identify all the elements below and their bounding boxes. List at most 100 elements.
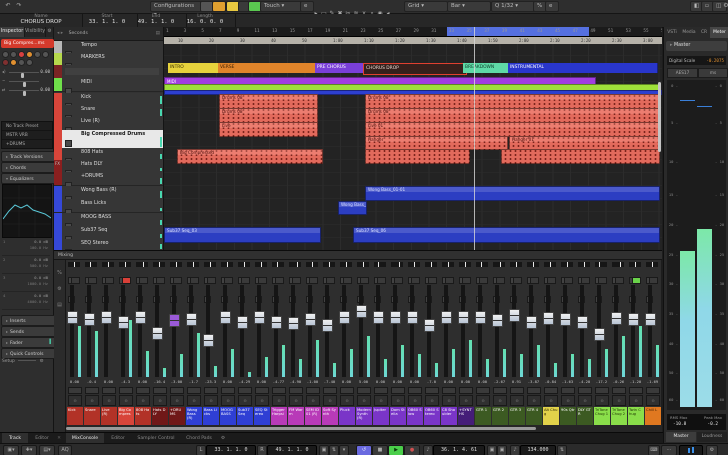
mixer-channel[interactable]: -16.4 ⊖ Hats DLY (151, 260, 169, 425)
channel-level-value[interactable]: -4.3 (117, 379, 134, 384)
channel-routing-button[interactable]: ⊖ (136, 395, 150, 406)
channel-routing-button[interactable]: ⊖ (646, 395, 660, 406)
track-name[interactable]: Tempo (81, 42, 153, 48)
automation-read-write[interactable] (544, 387, 558, 394)
automation-read-write[interactable] (374, 387, 388, 394)
setup-slider[interactable] (18, 360, 37, 361)
track-name[interactable]: MARKERS (81, 54, 153, 60)
channel-level-value[interactable]: 0.00 (253, 379, 270, 384)
channel-name-label[interactable]: FM Warm (288, 407, 304, 425)
channel-routing-button[interactable]: ⊖ (306, 395, 320, 406)
edit-channel-button[interactable] (34, 51, 41, 58)
mixer-channel[interactable]: -4.3 ⊖ Big Compres (117, 260, 135, 425)
play-button[interactable]: ▶ (388, 445, 404, 455)
channel-fader[interactable] (186, 313, 197, 326)
channel-routing-button[interactable]: ⊖ (68, 395, 82, 406)
channel-edit-button[interactable] (360, 277, 369, 284)
channel-fader[interactable] (84, 313, 95, 326)
marker-section[interactable]: CHORUS DROP (363, 63, 467, 75)
automation-read-write[interactable] (561, 387, 575, 394)
automation-read-write[interactable] (238, 387, 252, 394)
configurations-dropdown[interactable]: Configurations ▾ (150, 1, 202, 18)
mixer-channel[interactable]: -1.69 ⊖ Chill L (644, 260, 662, 425)
punch-lock-button[interactable]: ▣ (319, 445, 329, 455)
channel-routing-button[interactable]: ⊖ (170, 395, 184, 406)
pan-control[interactable] (476, 262, 488, 267)
channel-edit-button[interactable] (207, 277, 216, 284)
eq-band-gain[interactable]: 0.0 dB (34, 275, 48, 280)
mixer-channel[interactable]: -7.40 ⊖ Soft Synth (321, 260, 339, 425)
audio-clip[interactable]: Hanger (365, 136, 508, 150)
mixer-channel[interactable]: 0.00 ⊖ Pluck (338, 260, 356, 425)
tab-meter[interactable]: Meter (710, 27, 728, 38)
channel-routing-button[interactable]: ⊖ (289, 395, 303, 406)
section-inserts[interactable]: ▸ Inserts (1, 315, 57, 326)
automation-read-write[interactable] (153, 387, 167, 394)
record-enable-button[interactable] (18, 51, 25, 58)
channel-fader[interactable] (475, 311, 486, 324)
track-row[interactable]: +DRUMS (54, 172, 163, 208)
tempo-display[interactable]: 134.000 (520, 445, 556, 455)
track-row[interactable]: Wong Bass (R) (54, 186, 163, 222)
channel-name-label[interactable]: 808 Hats (135, 407, 151, 425)
automation-read-write[interactable] (459, 387, 473, 394)
channel-level-value[interactable]: -2.67 (491, 379, 508, 384)
channel-name-label[interactable]: Big Compres (118, 407, 134, 425)
tempo-spinner[interactable]: ⇅ (557, 445, 567, 455)
mixer-channel[interactable]: 0.00 ⊖ Live (R) (100, 260, 118, 425)
channel-name-label[interactable]: Soft Synth (322, 407, 338, 425)
channel-name-label[interactable]: TriTone Chug 2 (611, 407, 627, 425)
redo-icon[interactable]: ↷ (14, 1, 24, 10)
channel-name-label[interactable]: Sub37 Seq (237, 407, 253, 425)
pan-control[interactable] (425, 262, 437, 267)
channel-visibility-icon[interactable]: % (54, 270, 65, 276)
channel-name-label[interactable]: OB60 Stereo (424, 407, 440, 425)
channel-name-label[interactable]: GTR 1 (475, 407, 491, 425)
selected-track-banner[interactable]: Big Compres...ms (1, 39, 54, 48)
automation-read-write[interactable] (85, 387, 99, 394)
automation-read-write[interactable] (255, 387, 269, 394)
channel-fader[interactable] (492, 314, 503, 327)
channel-fader[interactable] (611, 312, 622, 325)
pan-control[interactable] (289, 262, 301, 267)
pan-control[interactable] (493, 262, 505, 267)
channel-edit-button[interactable] (258, 277, 267, 284)
automation-read-write[interactable] (170, 387, 184, 394)
channel-name-label[interactable]: Live (R) (101, 407, 117, 425)
channel-level-value[interactable]: 0.91 (508, 379, 525, 384)
automation-mode-dropdown[interactable]: Touch ▾ (260, 1, 302, 12)
cycle-button[interactable]: ↺ (356, 445, 372, 455)
marker-2-button[interactable]: ▣ (497, 445, 507, 455)
channel-routing-button[interactable]: ⊖ (272, 395, 286, 406)
channel-fader[interactable] (135, 311, 146, 324)
channel-name-label[interactable]: Jupiter (373, 407, 389, 425)
mixer-channel[interactable]: 5.00 ⊖ Modern Synth (R) (355, 260, 373, 425)
channel-fader[interactable] (526, 316, 537, 329)
channel-routing-button[interactable]: ⊖ (408, 395, 422, 406)
automation-read-write[interactable] (136, 387, 150, 394)
channel-level-value[interactable]: 0.00 (219, 379, 236, 384)
channel-fader[interactable] (67, 311, 78, 324)
vertical-scrollbar[interactable] (658, 82, 661, 152)
channel-routing-button[interactable]: ⊖ (510, 395, 524, 406)
write-automation-button[interactable] (10, 59, 17, 66)
mute-button[interactable] (2, 51, 9, 58)
channel-fader[interactable] (441, 311, 452, 324)
channel-fader[interactable] (101, 311, 112, 324)
section-fader[interactable]: ▸ Fader ▍ (1, 337, 57, 348)
channel-edit-button[interactable] (139, 277, 148, 284)
punch-in-button[interactable]: ⇅ (329, 445, 339, 455)
pan-control[interactable] (221, 262, 233, 267)
audio-clip[interactable]: Wong Bass_01-01 (365, 186, 660, 201)
track-name[interactable]: +DRUMS (81, 173, 153, 179)
pan-control[interactable] (646, 262, 658, 267)
channel-name-label[interactable]: GTR 4 (526, 407, 542, 425)
pan-slider[interactable] (9, 81, 39, 87)
channel-level-value[interactable]: 0.00 (134, 379, 151, 384)
channel-routing-button[interactable]: ⊖ (629, 395, 643, 406)
channel-name-label[interactable]: GTR 3 (509, 407, 525, 425)
channel-edit-button[interactable] (105, 277, 114, 284)
channel-routing-button[interactable]: ⊖ (221, 395, 235, 406)
automation-read-write[interactable] (272, 387, 286, 394)
pan-control[interactable] (255, 262, 267, 267)
